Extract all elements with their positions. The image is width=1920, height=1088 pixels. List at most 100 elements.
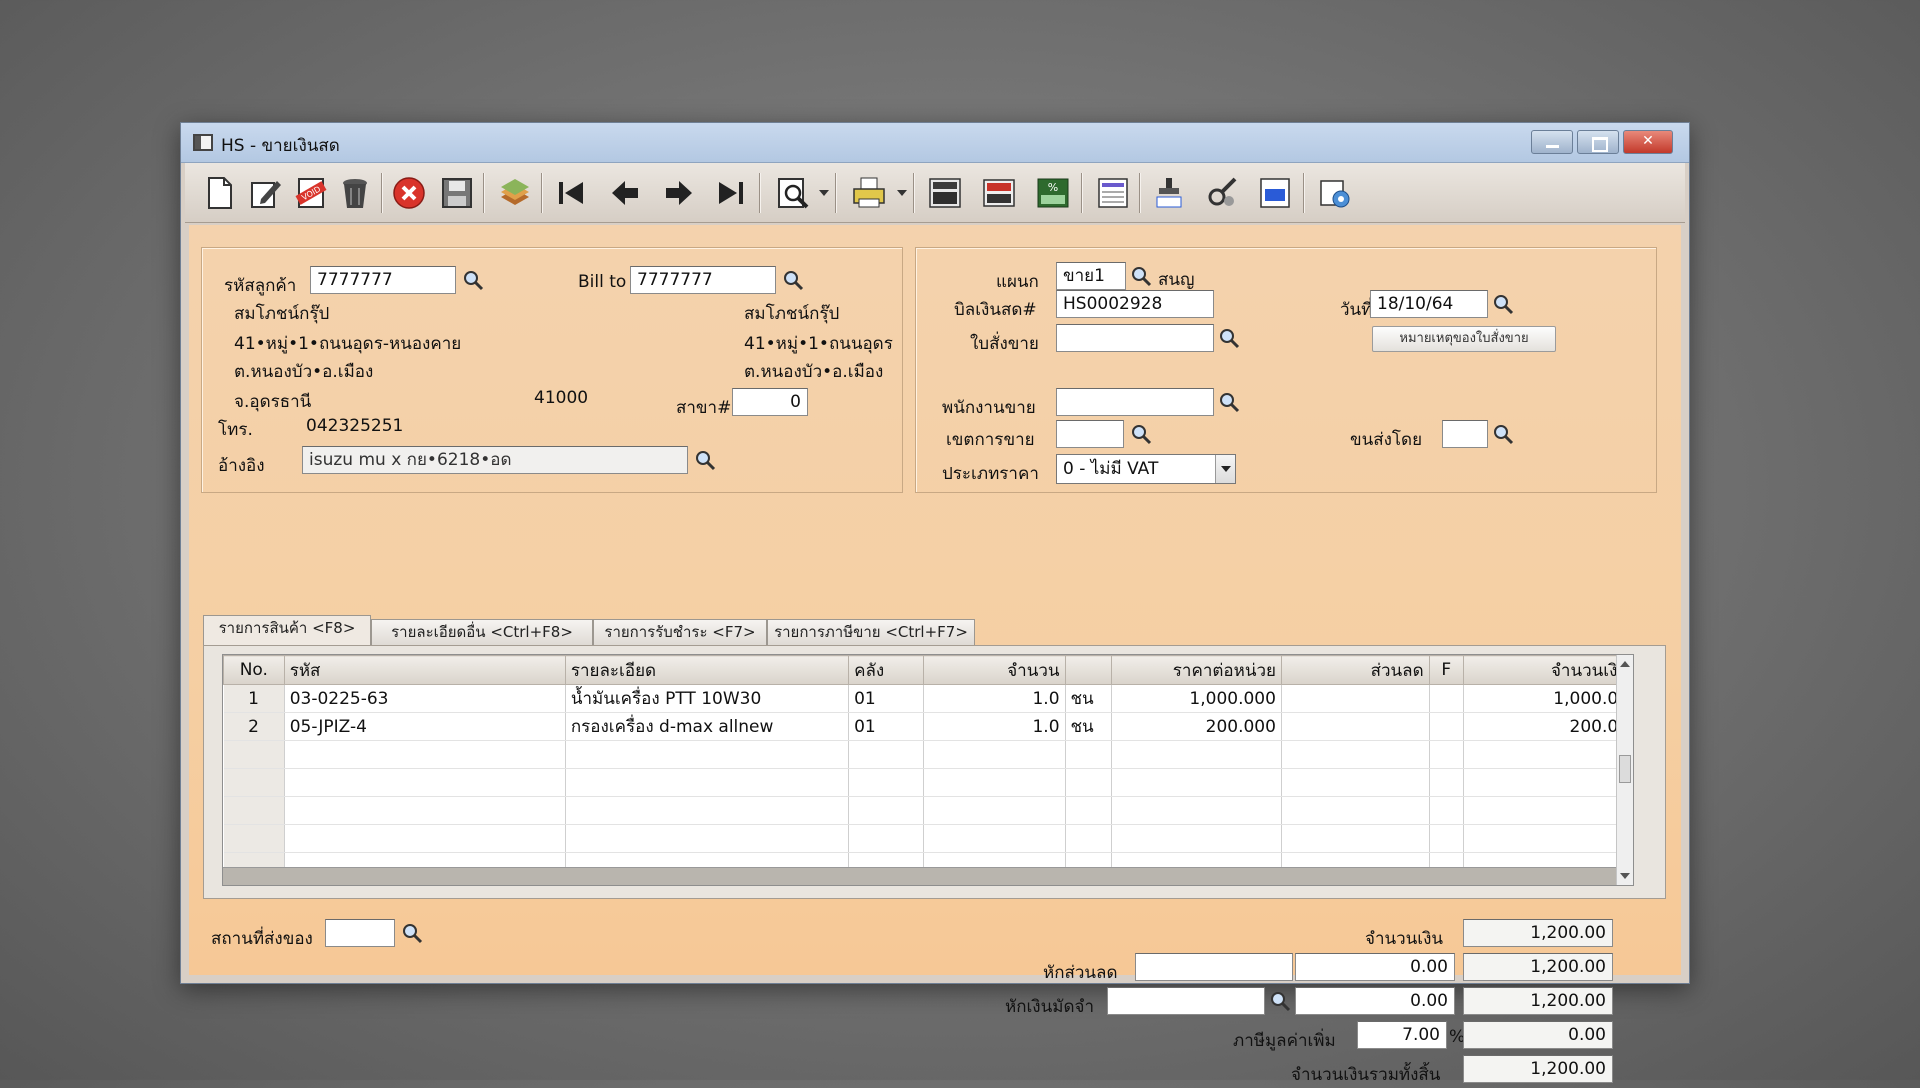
edit-icon[interactable] — [245, 173, 285, 213]
salesman-search-icon[interactable] — [1216, 389, 1242, 415]
row-code[interactable]: 05-JPIZ-4 — [284, 712, 566, 741]
vat-rate-field[interactable]: 7.00 — [1357, 1021, 1447, 1049]
table-row-empty[interactable] — [223, 740, 1633, 769]
cancel-icon[interactable] — [389, 173, 429, 213]
salesman-field[interactable] — [1056, 388, 1214, 416]
scroll-thumb[interactable] — [1619, 755, 1631, 783]
col-warehouse[interactable]: คลัง — [848, 655, 924, 685]
title-bar[interactable]: HS - ขายเงินสด ✕ — [181, 123, 1689, 163]
next-record-icon[interactable] — [659, 173, 699, 213]
sales-order-search-icon[interactable] — [1216, 325, 1242, 351]
price-type-select[interactable]: 0 - ไม่มี VAT — [1056, 454, 1236, 484]
row-code[interactable]: 03-0225-63 — [284, 684, 566, 713]
discount-text-field[interactable] — [1135, 953, 1293, 981]
calculator-icon[interactable] — [925, 173, 965, 213]
deposit-search-icon[interactable] — [1267, 988, 1293, 1014]
row-description[interactable]: น้ำมันเครื่อง PTT 10W30 — [565, 684, 850, 713]
print-icon[interactable] — [849, 173, 889, 213]
tools-icon[interactable] — [1203, 173, 1243, 213]
table-row[interactable]: 1 03-0225-63 น้ำมันเครื่อง PTT 10W30 01 … — [223, 684, 1633, 713]
col-flag[interactable]: F — [1428, 655, 1465, 685]
maximize-button[interactable] — [1577, 130, 1619, 154]
col-no[interactable]: No. — [223, 655, 285, 685]
tab-sales-tax[interactable]: รายการภาษีขาย <Ctrl+F7> — [767, 619, 975, 645]
scroll-up-icon[interactable] — [1620, 661, 1630, 667]
delete-trash-icon[interactable] — [335, 173, 375, 213]
col-discount[interactable]: ส่วนลด — [1280, 655, 1430, 685]
row-unit-price[interactable]: 200.000 — [1111, 712, 1282, 741]
find-icon[interactable] — [773, 173, 813, 213]
ship-by-search-icon[interactable] — [1490, 421, 1516, 447]
register-icon[interactable] — [979, 173, 1019, 213]
close-button[interactable]: ✕ — [1623, 130, 1673, 154]
table-row-empty[interactable] — [223, 824, 1633, 853]
tab-payments[interactable]: รายการรับชำระ <F7> — [593, 619, 767, 645]
col-quantity[interactable]: จำนวน — [922, 655, 1066, 685]
row-amount[interactable]: 1,000.00 — [1463, 684, 1633, 713]
new-document-icon[interactable] — [199, 173, 239, 213]
void-icon[interactable]: VOID — [291, 173, 331, 213]
branch-field[interactable]: 0 — [732, 388, 808, 416]
customer-search-icon[interactable] — [460, 267, 486, 293]
date-search-icon[interactable] — [1490, 291, 1516, 317]
save-icon[interactable] — [437, 173, 477, 213]
department-field[interactable]: ขาย1 — [1056, 262, 1126, 290]
customer-code-field[interactable]: 7777777 — [310, 266, 456, 294]
row-unit[interactable]: ชน — [1065, 712, 1113, 741]
col-code[interactable]: รหัส — [283, 655, 566, 685]
tab-other-details[interactable]: รายละเอียดอื่น <Ctrl+F8> — [371, 619, 593, 645]
approve-icon[interactable] — [1255, 173, 1295, 213]
report-icon[interactable] — [1093, 173, 1133, 213]
sales-zone-field[interactable] — [1056, 420, 1124, 448]
first-record-icon[interactable] — [551, 173, 591, 213]
bill-to-search-icon[interactable] — [780, 267, 806, 293]
row-description[interactable]: กรองเครื่อง d-max allnew — [565, 712, 850, 741]
stamp-ok-icon[interactable] — [1149, 173, 1189, 213]
reference-field[interactable]: isuzu mu x กย•6218•อด — [302, 446, 688, 474]
col-unit-price[interactable]: ราคาต่อหน่วย — [1111, 655, 1282, 685]
last-record-icon[interactable] — [711, 173, 751, 213]
ship-to-field[interactable] — [325, 919, 395, 947]
department-search-icon[interactable] — [1128, 263, 1154, 289]
deposit-text-field[interactable] — [1107, 987, 1265, 1015]
row-amount[interactable]: 200.00 — [1463, 712, 1633, 741]
deposit-value-field[interactable]: 0.00 — [1295, 987, 1455, 1015]
scroll-down-icon[interactable] — [1620, 873, 1630, 879]
row-flag[interactable] — [1429, 712, 1465, 741]
settings-icon[interactable] — [1315, 173, 1355, 213]
bill-number-field[interactable]: HS0002928 — [1056, 290, 1214, 318]
print-dropdown-icon[interactable] — [897, 190, 907, 196]
row-flag[interactable] — [1429, 684, 1465, 713]
col-amount[interactable]: จำนวนเงิน — [1463, 655, 1633, 685]
sales-zone-search-icon[interactable] — [1128, 421, 1154, 447]
grid-scrollbar[interactable] — [1616, 655, 1633, 885]
row-discount[interactable] — [1281, 712, 1430, 741]
ship-to-search-icon[interactable] — [399, 920, 425, 946]
col-description[interactable]: รายละเอียด — [564, 655, 850, 685]
reference-search-icon[interactable] — [692, 447, 718, 473]
find-dropdown-icon[interactable] — [819, 190, 829, 196]
sales-order-field[interactable] — [1056, 324, 1214, 352]
order-note-button[interactable]: หมายเหตุของใบสั่งขาย — [1372, 326, 1556, 352]
discount-value-field[interactable]: 0.00 — [1295, 953, 1455, 981]
row-warehouse[interactable]: 01 — [848, 684, 924, 713]
tax-icon[interactable]: % — [1033, 173, 1073, 213]
ship-by-field[interactable] — [1442, 420, 1488, 448]
date-field[interactable]: 18/10/64 — [1370, 290, 1488, 318]
row-warehouse[interactable]: 01 — [848, 712, 924, 741]
tab-items[interactable]: รายการสินค้า <F8> — [203, 615, 371, 646]
row-unit[interactable]: ชน — [1065, 684, 1113, 713]
minimize-button[interactable] — [1531, 130, 1573, 154]
row-quantity[interactable]: 1.0 — [923, 684, 1066, 713]
table-row-empty[interactable] — [223, 796, 1633, 825]
items-grid[interactable]: No. รหัส รายละเอียด คลัง จำนวน ราคาต่อหน… — [222, 654, 1634, 886]
chevron-down-icon[interactable] — [1215, 455, 1235, 483]
row-discount[interactable] — [1281, 684, 1430, 713]
table-row[interactable]: 2 05-JPIZ-4 กรองเครื่อง d-max allnew 01 … — [223, 712, 1633, 741]
bill-to-field[interactable]: 7777777 — [630, 266, 776, 294]
table-row-empty[interactable] — [223, 768, 1633, 797]
previous-record-icon[interactable] — [605, 173, 645, 213]
row-quantity[interactable]: 1.0 — [923, 712, 1066, 741]
col-unit[interactable] — [1064, 655, 1113, 685]
stack-icon[interactable] — [495, 173, 535, 213]
